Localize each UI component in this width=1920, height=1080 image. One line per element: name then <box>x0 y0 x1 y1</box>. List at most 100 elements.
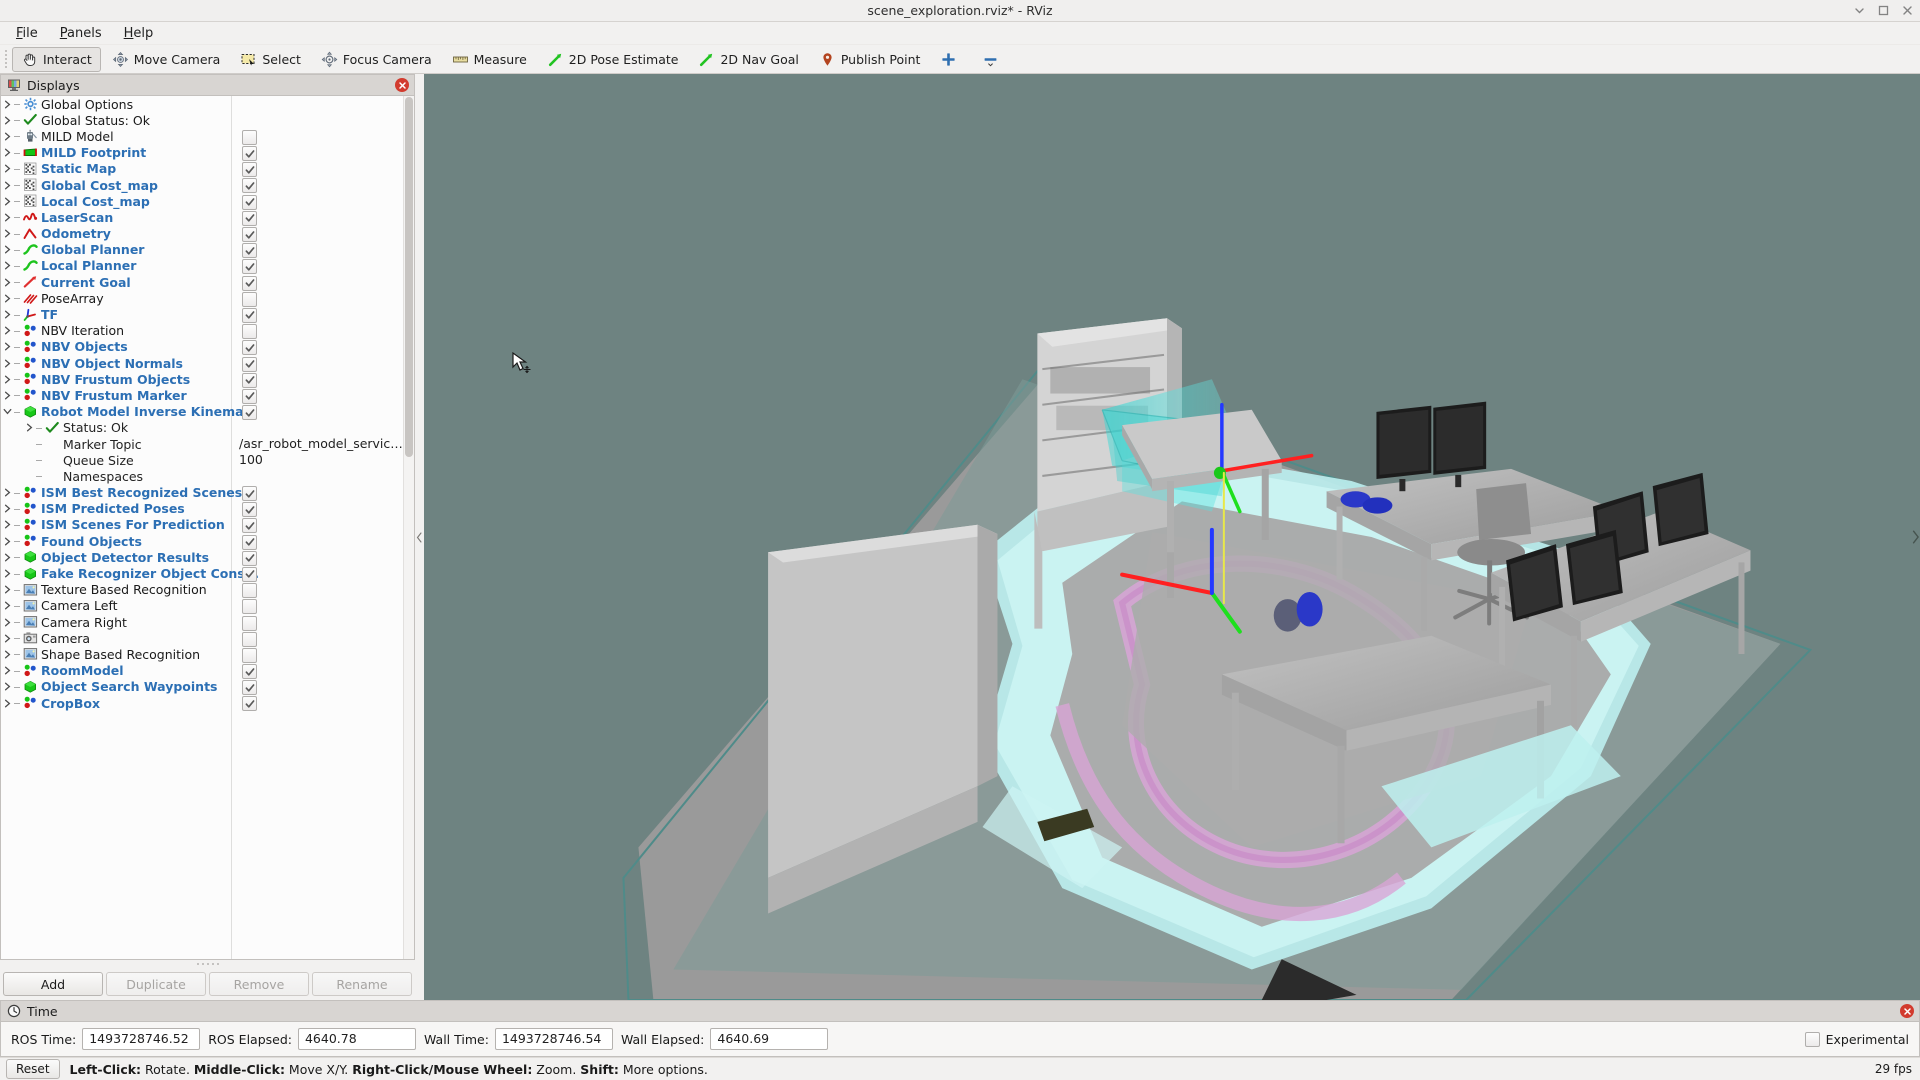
display-enabled-checkbox[interactable] <box>242 502 257 518</box>
displays-tree[interactable]: Global Options Global Status: Ok MILD Mode… <box>1 96 403 959</box>
tree-row[interactable]: ISM Best Recognized Scenes <box>1 485 403 501</box>
tool-select[interactable]: Select <box>231 47 310 72</box>
displays-scrollbar[interactable] <box>403 96 414 959</box>
tree-row[interactable]: RoomModel <box>1 663 403 680</box>
display-enabled-checkbox[interactable] <box>242 129 257 145</box>
tree-expand-arrow[interactable] <box>1 342 14 351</box>
tool-interact[interactable]: Interact <box>12 46 101 72</box>
duplicate-display-button[interactable]: Duplicate <box>106 972 206 996</box>
add-display-button[interactable]: Add <box>3 972 103 996</box>
minimize-button[interactable] <box>1852 4 1866 18</box>
rename-display-button[interactable]: Rename <box>312 972 412 996</box>
tree-expand-arrow[interactable] <box>1 294 14 303</box>
tree-row[interactable]: Odometry <box>1 226 403 242</box>
tree-row[interactable]: PoseArray <box>1 290 403 307</box>
display-enabled-checkbox[interactable] <box>242 178 257 194</box>
tree-row[interactable]: Local Cost_map <box>1 193 403 210</box>
display-enabled-checkbox[interactable] <box>242 243 257 259</box>
tree-row[interactable]: Current Goal <box>1 274 403 291</box>
tree-expand-arrow[interactable] <box>1 245 14 254</box>
tree-expand-arrow[interactable] <box>1 601 14 610</box>
ros-time-value[interactable]: 1493728746.52 <box>82 1028 201 1050</box>
splitter-collapse-icon[interactable] <box>416 531 423 543</box>
tree-row[interactable]: Namespaces <box>1 468 403 484</box>
tree-expand-arrow[interactable] <box>1 618 14 627</box>
tree-row[interactable]: NBV Frustum Marker <box>1 387 403 404</box>
tool-2d-nav-goal[interactable]: 2D Nav Goal <box>689 47 807 72</box>
tree-expand-arrow[interactable] <box>1 164 14 173</box>
tree-expand-arrow[interactable] <box>1 326 14 335</box>
tool-move-camera[interactable]: Move Camera <box>103 47 230 72</box>
tree-row[interactable]: Global Status: Ok <box>1 112 403 128</box>
tree-row[interactable]: Camera Right <box>1 614 403 631</box>
tree-row[interactable]: Status: Ok <box>1 420 403 436</box>
tree-row[interactable]: NBV Objects <box>1 339 403 356</box>
tree-row[interactable]: NBV Iteration <box>1 323 403 340</box>
display-enabled-checkbox[interactable] <box>242 583 257 599</box>
tree-row[interactable]: Camera <box>1 630 403 647</box>
display-enabled-checkbox[interactable] <box>242 647 257 663</box>
display-enabled-checkbox[interactable] <box>242 340 257 356</box>
tree-expand-arrow[interactable] <box>1 682 14 691</box>
tree-expand-arrow[interactable] <box>1 699 14 708</box>
close-button[interactable] <box>1900 4 1914 18</box>
tree-row[interactable]: Global Cost_map <box>1 177 403 194</box>
tree-row[interactable]: Fake Recognizer Object Cons... <box>1 565 403 582</box>
tree-row[interactable]: Texture Based Recognition <box>1 582 403 599</box>
tree-expand-arrow[interactable] <box>1 181 14 190</box>
tree-row[interactable]: Object Search Waypoints <box>1 679 403 696</box>
tree-row[interactable]: Camera Left <box>1 598 403 615</box>
wall-elapsed-value[interactable]: 4640.69 <box>710 1028 829 1050</box>
display-enabled-checkbox[interactable] <box>242 680 257 696</box>
displays-resize-grip[interactable] <box>0 960 415 967</box>
display-enabled-checkbox[interactable] <box>242 388 257 404</box>
tool-remove[interactable] <box>973 47 1013 72</box>
display-enabled-checkbox[interactable] <box>242 356 257 372</box>
tree-expand-arrow[interactable] <box>1 650 14 659</box>
tree-row[interactable]: Local Planner <box>1 258 403 275</box>
tree-expand-arrow[interactable] <box>1 359 14 368</box>
display-enabled-checkbox[interactable] <box>242 599 257 615</box>
tree-expand-arrow[interactable] <box>1 261 14 270</box>
reset-button[interactable]: Reset <box>6 1059 60 1079</box>
display-enabled-checkbox[interactable] <box>242 146 257 162</box>
tree-row[interactable]: NBV Frustum Objects <box>1 371 403 388</box>
tree-row[interactable]: LaserScan <box>1 209 403 226</box>
tree-row[interactable]: NBV Object Normals <box>1 355 403 372</box>
tree-expand-arrow[interactable] <box>1 148 14 157</box>
remove-display-button[interactable]: Remove <box>209 972 309 996</box>
display-enabled-checkbox[interactable] <box>242 372 257 388</box>
experimental-toggle[interactable]: Experimental <box>1804 1031 1909 1047</box>
display-enabled-checkbox[interactable] <box>242 405 257 421</box>
tree-expand-arrow[interactable] <box>1 553 14 562</box>
tree-expand-arrow[interactable] <box>1 116 14 125</box>
tool-publish-point[interactable]: Publish Point <box>810 47 930 72</box>
tool-add[interactable] <box>931 47 971 72</box>
tree-expand-arrow[interactable] <box>1 375 14 384</box>
tree-row[interactable]: Queue Size 100 <box>1 452 403 468</box>
tree-expand-arrow[interactable] <box>1 520 14 529</box>
tree-row[interactable]: Shape Based Recognition <box>1 646 403 663</box>
tree-row[interactable]: Global Planner <box>1 242 403 259</box>
tree-expand-arrow[interactable] <box>1 569 14 578</box>
tree-row[interactable]: Static Map <box>1 161 403 178</box>
tree-expand-arrow[interactable] <box>1 391 14 400</box>
tree-expand-arrow[interactable] <box>23 423 36 432</box>
display-enabled-checkbox[interactable] <box>242 291 257 307</box>
tree-expand-arrow[interactable] <box>1 504 14 513</box>
close-time-panel-button[interactable] <box>1900 1004 1914 1018</box>
tree-expand-arrow[interactable] <box>1 537 14 546</box>
expand-right-panel-icon[interactable] <box>1911 527 1920 547</box>
tree-row[interactable]: MILD Model <box>1 128 403 145</box>
tree-row[interactable]: ISM Scenes For Prediction <box>1 517 403 534</box>
tree-row[interactable]: CropBox <box>1 695 403 712</box>
tree-expand-arrow[interactable] <box>1 634 14 643</box>
tree-expand-arrow[interactable] <box>1 197 14 206</box>
toolbar-grip[interactable] <box>2 48 9 70</box>
display-enabled-checkbox[interactable] <box>242 534 257 550</box>
tree-row-value[interactable]: 100 <box>239 452 263 468</box>
tree-expand-arrow[interactable] <box>1 488 14 497</box>
menu-file[interactable]: File <box>6 24 48 43</box>
tree-row[interactable]: Robot Model Inverse Kinema... <box>1 404 403 421</box>
maximize-button[interactable] <box>1876 4 1890 18</box>
